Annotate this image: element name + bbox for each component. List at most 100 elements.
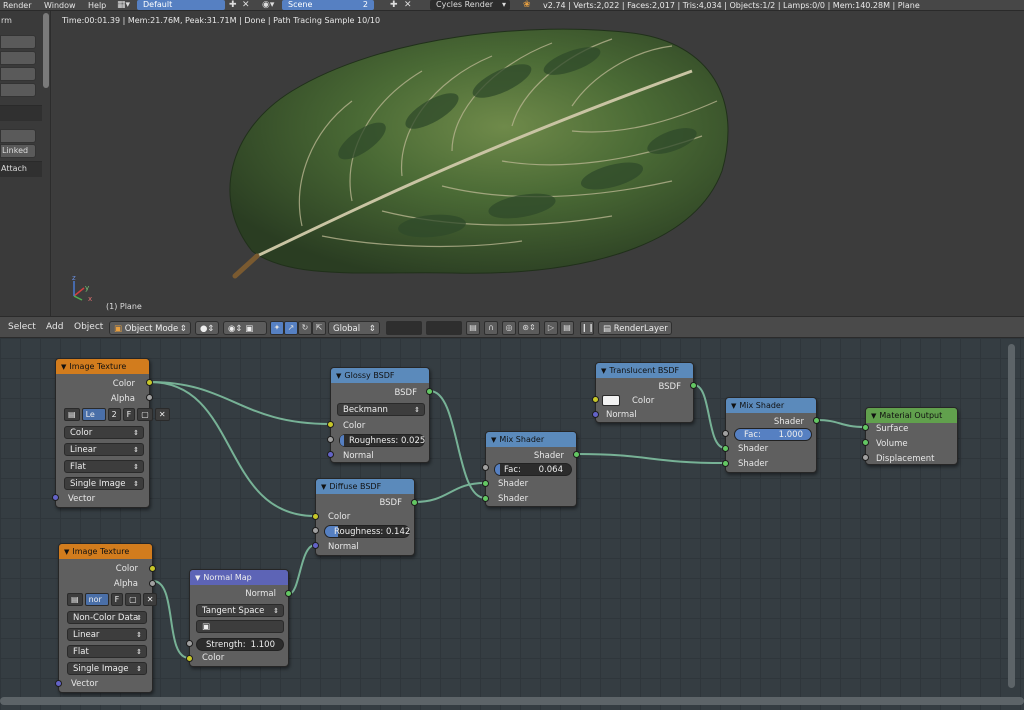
image-users-count[interactable]: 2: [107, 408, 121, 421]
node-editor[interactable]: ▼ Image Texture Color Alpha ▤ Le 2 F ▢ ✕ …: [0, 338, 1024, 710]
translucent-bsdf-node[interactable]: ▼ Translucent BSDF BSDF Color Normal: [595, 362, 694, 423]
color-swatch[interactable]: [602, 395, 620, 406]
socket-mix2-shader-out[interactable]: [813, 417, 820, 424]
socket-diffuse-bsdf[interactable]: [411, 499, 418, 506]
pivot-select[interactable]: ◉⇕ ▣: [223, 321, 267, 335]
uv-map-field[interactable]: ▣: [196, 620, 284, 633]
socket-tex2-alpha[interactable]: [149, 580, 156, 587]
socket-diffuse-normal[interactable]: [312, 542, 319, 549]
layer-buttons-1[interactable]: [386, 321, 422, 335]
fac-slider[interactable]: Fac: 1.000: [734, 428, 812, 441]
socket-normalmap-normal[interactable]: [285, 590, 292, 597]
node-header[interactable]: ▼ Image Texture: [59, 544, 152, 559]
collapse-icon[interactable]: ▼: [871, 409, 876, 424]
socket-mix2-fac[interactable]: [722, 430, 729, 437]
extension-select[interactable]: Single Image ⇕: [67, 662, 147, 675]
orientation-select[interactable]: Global ⇕: [328, 321, 380, 335]
extension-select[interactable]: Single Image ⇕: [64, 477, 144, 490]
menu-render[interactable]: Render: [3, 0, 31, 11]
node-editor-horizontal-scrollbar[interactable]: [0, 697, 1024, 705]
node-editor-vertical-scrollbar[interactable]: [1008, 344, 1015, 688]
socket-tex1-color[interactable]: [146, 379, 153, 386]
tool-button-4[interactable]: [0, 83, 36, 97]
strength-slider[interactable]: Strength: 1.100: [196, 638, 284, 651]
snap-element-select[interactable]: ⊛⇕: [518, 321, 540, 335]
shading-select[interactable]: ●⇕: [195, 321, 219, 335]
scale-icon[interactable]: ⇱: [312, 321, 326, 335]
socket-output-displacement[interactable]: [862, 454, 869, 461]
socket-glossy-roughness[interactable]: [327, 436, 334, 443]
socket-tex2-color[interactable]: [149, 565, 156, 572]
image-browse-icon[interactable]: ▤: [67, 593, 83, 606]
socket-translucent-bsdf[interactable]: [690, 382, 697, 389]
unlink-icon[interactable]: ✕: [154, 408, 170, 421]
socket-tex2-vector[interactable]: [55, 680, 62, 687]
material-output-node[interactable]: ▼ Material Output Surface Volume Displace…: [865, 407, 958, 465]
tool-button-1[interactable]: [0, 35, 36, 49]
collapse-icon[interactable]: ▼: [731, 399, 736, 414]
menu-select[interactable]: Select: [8, 322, 36, 332]
glossy-bsdf-node[interactable]: ▼ Glossy BSDF BSDF Beckmann ⇕ Color Roughn…: [330, 367, 430, 463]
distribution-select[interactable]: Beckmann ⇕: [337, 403, 425, 416]
node-header[interactable]: ▼ Material Output: [866, 408, 957, 423]
socket-output-surface[interactable]: [862, 424, 869, 431]
render-anim-icon[interactable]: ▤: [560, 321, 574, 335]
screen-layout-field[interactable]: Default: [137, 0, 225, 10]
projection-select[interactable]: Flat ⇕: [64, 460, 144, 473]
manipulator-toggle-icon[interactable]: ✦: [270, 321, 284, 335]
socket-mix2-shader-b[interactable]: [722, 460, 729, 467]
render-layer-select[interactable]: ▤ RenderLayer: [598, 321, 672, 335]
menu-help[interactable]: Help: [88, 0, 106, 11]
projection-select[interactable]: Flat ⇕: [67, 645, 147, 658]
delete-scene-icon[interactable]: ✕: [404, 0, 412, 11]
collapse-icon[interactable]: ▼: [61, 360, 66, 375]
translate-icon[interactable]: ↗: [284, 321, 298, 335]
add-screen-icon[interactable]: ✚: [229, 0, 237, 11]
socket-glossy-normal[interactable]: [327, 451, 334, 458]
normal-map-node[interactable]: ▼ Normal Map Normal Tangent Space ⇕ ▣ Stre…: [189, 569, 289, 667]
render-engine-select[interactable]: Cycles Render ▾: [430, 0, 510, 10]
unlink-icon[interactable]: ✕: [142, 593, 158, 606]
tool-section[interactable]: [0, 105, 42, 121]
lock-layers-icon[interactable]: ▤: [466, 321, 480, 335]
image-browse-icon[interactable]: ▤: [64, 408, 80, 421]
socket-glossy-color[interactable]: [327, 421, 334, 428]
open-image-icon[interactable]: ▢: [125, 593, 141, 606]
tool-button-3[interactable]: [0, 67, 36, 81]
image-datablock[interactable]: ▤ Le 2 F ▢ ✕: [64, 408, 170, 422]
3d-viewport[interactable]: Time:00:01.39 | Mem:21.76M, Peak:31.71M …: [52, 11, 1024, 316]
collapse-icon[interactable]: ▼: [491, 433, 496, 448]
socket-translucent-color[interactable]: [592, 396, 599, 403]
scene-icon[interactable]: ◉▾: [262, 0, 274, 11]
rotate-icon[interactable]: ↻: [298, 321, 312, 335]
collapse-icon[interactable]: ▼: [64, 545, 69, 560]
socket-mix1-shader-a[interactable]: [482, 480, 489, 487]
diffuse-bsdf-node[interactable]: ▼ Diffuse BSDF BSDF Color Roughness: 0.14…: [315, 478, 415, 556]
color-space-select[interactable]: Color ⇕: [64, 426, 144, 439]
collapse-icon[interactable]: ▼: [195, 571, 200, 586]
menu-add[interactable]: Add: [46, 322, 63, 332]
roughness-slider[interactable]: Roughness: 0.142: [324, 525, 410, 538]
socket-tex1-alpha[interactable]: [146, 394, 153, 401]
image-texture-node-1[interactable]: ▼ Image Texture Color Alpha ▤ Le 2 F ▢ ✕ …: [55, 358, 170, 508]
socket-mix1-shader-out[interactable]: [573, 451, 580, 458]
node-header[interactable]: ▼ Image Texture: [56, 359, 149, 374]
space-select[interactable]: Tangent Space ⇕: [196, 604, 284, 617]
menu-object[interactable]: Object: [74, 322, 103, 332]
node-header[interactable]: ▼ Diffuse BSDF: [316, 479, 414, 494]
collapse-icon[interactable]: ▼: [321, 480, 326, 495]
node-header[interactable]: ▼ Translucent BSDF: [596, 363, 693, 378]
tool-shelf-scrollbar[interactable]: [43, 13, 49, 88]
scene-field[interactable]: Scene 2: [282, 0, 374, 10]
socket-diffuse-color[interactable]: [312, 513, 319, 520]
interpolation-select[interactable]: Linear ⇕: [67, 628, 147, 641]
socket-normalmap-strength[interactable]: [186, 640, 193, 647]
pause-icon[interactable]: ❙❙: [580, 321, 594, 335]
socket-mix1-shader-b[interactable]: [482, 495, 489, 502]
fake-user-toggle[interactable]: F: [122, 408, 136, 421]
linked-button[interactable]: Linked: [0, 144, 36, 158]
image-texture-node-2[interactable]: ▼ Image Texture Color Alpha ▤ nor F ▢ ✕ N…: [58, 543, 158, 693]
image-name-field[interactable]: Le: [81, 408, 106, 421]
mix-shader-node-1[interactable]: ▼ Mix Shader Shader Fac: 0.064 Shader Sha…: [485, 431, 577, 507]
tool-button-2[interactable]: [0, 51, 36, 65]
